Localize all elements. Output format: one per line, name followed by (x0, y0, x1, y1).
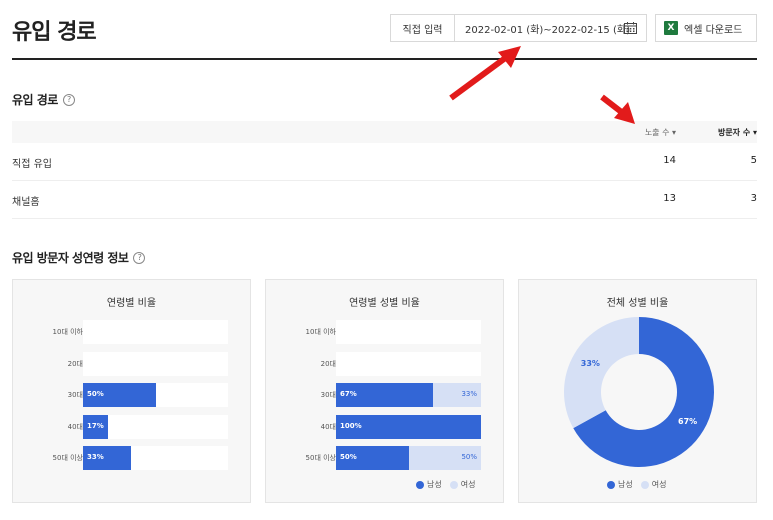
bar-track (336, 320, 481, 344)
bar-track (83, 320, 228, 344)
legend: 남성 여성 (416, 479, 475, 490)
demo-section-title: 유입 방문자 성연령 정보 ? (12, 249, 146, 266)
help-icon[interactable]: ? (133, 251, 146, 264)
sort-visitors[interactable]: 방문자 수 ▾ (718, 127, 757, 138)
bar-track: 50% (83, 383, 228, 407)
age-gender-bar-row: 50대 이상 50% 50% (266, 446, 503, 470)
excel-icon: X (664, 21, 678, 35)
age-gender-bar-row: 40대 100% (266, 414, 503, 439)
age-label: 10대 이하 (52, 328, 83, 336)
col-visitors-label: 방문자 수 (717, 128, 751, 137)
age-label: 30대 (320, 391, 336, 399)
age-gender-ratio-card: 연령별 성별 비율 10대 이하 20대 30대 67% 33% 40대 100… (265, 279, 504, 503)
card-title: 전체 성별 비율 (606, 298, 669, 309)
age-bar-row: 30대 50% (13, 383, 250, 407)
age-bar-row: 20대 (13, 351, 250, 376)
bar-track: 17% (83, 414, 228, 439)
male-value: 50% (340, 453, 357, 461)
male-legend-dot (607, 480, 615, 489)
age-ratio-card: 연령별 비율 10대 이하 20대 30대 50% 40대 17% 50대 이상… (12, 279, 251, 503)
inflow-section-title: 유입 경로 ? (12, 91, 75, 108)
age-bar-row: 10대 이하 (13, 320, 250, 344)
sort-down-icon: ▾ (752, 128, 757, 137)
female-legend-dot (449, 480, 458, 489)
bar-value: 33% (87, 453, 104, 461)
bar-track: 50% 50% (336, 446, 481, 470)
gender-ratio-card: 전체 성별 비율 67% 33% 남성 여성 (518, 279, 757, 503)
age-label: 40대 (320, 422, 336, 431)
excel-download-button[interactable]: X 엑셀 다운로드 (655, 14, 757, 42)
female-legend-dot (640, 480, 649, 489)
legend-male: 남성 (618, 480, 633, 489)
inflow-title-text: 유입 경로 (12, 93, 58, 107)
card-title: 연령별 비율 (106, 298, 157, 309)
female-value: 50% (461, 453, 477, 461)
table-row: 채널홈 13 3 (12, 181, 757, 219)
arrow-to-impressions-icon (600, 94, 635, 124)
legend-male: 남성 (427, 480, 442, 489)
bar-track: 100% (336, 414, 481, 439)
bar-value: 17% (87, 421, 104, 430)
male-value: 67% (340, 390, 357, 398)
gender-donut-chart: 67% 33% (564, 317, 714, 467)
bar-track (83, 351, 228, 376)
help-icon[interactable]: ? (62, 93, 75, 106)
female-slice (564, 317, 639, 429)
age-label: 20대 (67, 359, 83, 368)
age-gender-bar-row: 30대 67% 33% (266, 383, 503, 407)
age-label: 10대 이하 (305, 328, 336, 336)
age-bar-row: 40대 17% (13, 414, 250, 439)
date-range-text: 2022-02-01 (화)~2022-02-15 (화) (465, 24, 630, 36)
row-visitors: 3 (750, 193, 757, 204)
card-title: 연령별 성별 비율 (349, 298, 420, 309)
date-range-picker[interactable]: 2022-02-01 (화)~2022-02-15 (화) (454, 14, 647, 42)
row-label: 채널홈 (12, 197, 40, 208)
male-slice-label: 67% (678, 417, 697, 426)
demo-title-text: 유입 방문자 성연령 정보 (12, 251, 129, 265)
bar-track: 33% (83, 446, 228, 470)
legend-female: 여성 (651, 480, 667, 489)
male-legend-dot (416, 480, 424, 489)
calendar-icon[interactable] (624, 22, 637, 34)
age-label: 40대 (67, 422, 83, 431)
page-title: 유입 경로 (12, 20, 97, 45)
sort-impressions[interactable]: 노출 수 ▾ (645, 127, 676, 138)
sort-down-icon: ▾ (671, 128, 676, 137)
header-divider (12, 58, 757, 60)
female-slice-label: 33% (581, 359, 600, 368)
excel-label: 엑셀 다운로드 (684, 24, 743, 36)
bar-track (336, 351, 481, 376)
legend: 남성 여성 (607, 479, 666, 490)
inflow-table-header: 노출 수 ▾ 방문자 수 ▾ (12, 121, 757, 143)
age-bar-row: 50대 이상 33% (13, 446, 250, 470)
legend-female: 여성 (460, 480, 476, 489)
arrow-to-date-icon (449, 46, 521, 101)
row-impressions: 14 (663, 155, 676, 166)
age-label: 20대 (320, 359, 336, 368)
row-visitors: 5 (750, 155, 757, 166)
row-impressions: 13 (663, 193, 676, 204)
age-gender-bar-row: 20대 (266, 351, 503, 376)
age-label: 30대 (67, 391, 83, 399)
table-row: 직접 유입 14 5 (12, 143, 757, 181)
age-label: 50대 이상 (305, 454, 336, 462)
age-label: 50대 이상 (52, 454, 83, 462)
row-label: 직접 유입 (12, 159, 52, 170)
male-value: 100% (340, 421, 362, 430)
female-value: 33% (461, 390, 477, 398)
bar-track: 67% 33% (336, 383, 481, 407)
bar-value: 50% (87, 390, 104, 398)
age-gender-bar-row: 10대 이하 (266, 320, 503, 344)
col-impressions-label: 노출 수 (644, 128, 670, 137)
direct-input-button[interactable]: 직접 입력 (390, 14, 454, 42)
